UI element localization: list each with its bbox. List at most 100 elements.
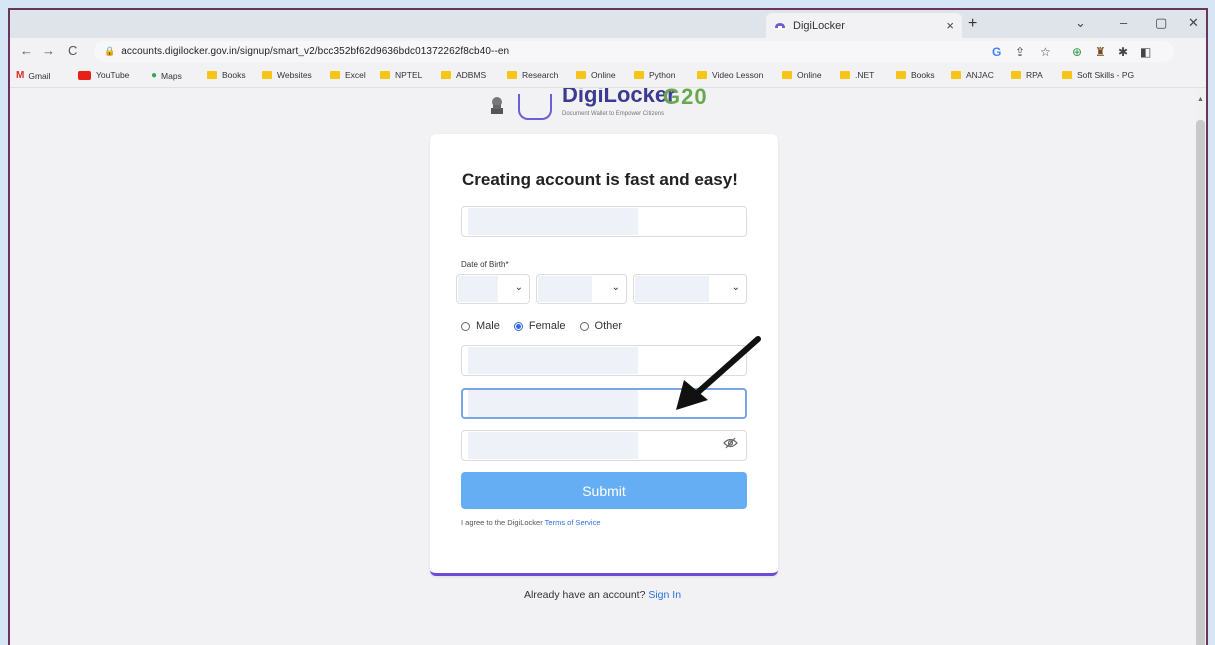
folder-icon	[782, 71, 792, 79]
tab-search-icon[interactable]: ⌄	[1075, 15, 1086, 31]
bookmark-video-lesson[interactable]: Video Lesson	[697, 70, 763, 80]
address-bar[interactable]: 🔒 accounts.digilocker.gov.in/signup/smar…	[94, 41, 1174, 62]
bookmark-soft-skills[interactable]: Soft Skills - PG	[1062, 70, 1134, 80]
star-icon[interactable]: ☆	[1040, 45, 1051, 59]
bookmark-excel[interactable]: Excel	[330, 70, 366, 80]
dob-month-fill	[538, 276, 592, 302]
tab-digilocker[interactable]: DigiLocker ×	[766, 13, 962, 38]
share-icon[interactable]: ⇪	[1015, 45, 1025, 59]
extensions-puzzle-icon[interactable]: ✱	[1118, 45, 1128, 59]
extension-2-icon[interactable]: ♜	[1095, 45, 1106, 59]
bookmark-gmail[interactable]: M Gmail	[16, 70, 51, 81]
folder-icon	[262, 71, 272, 79]
forward-button[interactable]: →	[42, 43, 55, 58]
gmail-icon: M	[16, 70, 25, 81]
folder-icon	[634, 71, 644, 79]
annotation-arrow-icon	[676, 336, 761, 410]
bookmark-websites[interactable]: Websites	[262, 70, 312, 80]
folder-icon	[330, 71, 340, 79]
side-panel-icon[interactable]: ◧	[1140, 45, 1151, 59]
name-field-fill	[468, 208, 638, 235]
digilocker-wordmark: DigiLocker	[562, 88, 676, 107]
mobile-field-fill	[468, 347, 638, 374]
dob-label: Date of Birth*	[461, 260, 509, 269]
sign-in-link[interactable]: Sign In	[648, 589, 681, 601]
tab-strip: DigiLocker × + ⌄ – ▢ ✕	[10, 10, 1206, 38]
folder-icon	[207, 71, 217, 79]
maps-icon: ●	[151, 70, 158, 81]
folder-icon	[951, 71, 961, 79]
bookmark-research[interactable]: Research	[507, 70, 558, 80]
folder-icon	[441, 71, 451, 79]
youtube-icon	[78, 70, 91, 80]
bookmark-nptel[interactable]: NPTEL	[380, 70, 422, 80]
bookmark-adbms[interactable]: ADBMS	[441, 70, 486, 80]
digilocker-logo-icon	[518, 94, 552, 120]
radio-button	[461, 321, 470, 331]
eye-slash-icon[interactable]	[723, 437, 738, 449]
google-icon[interactable]: G	[992, 45, 1001, 59]
folder-icon	[576, 71, 586, 79]
reload-button[interactable]: C	[68, 43, 77, 58]
gender-other-radio[interactable]: Other	[579, 320, 622, 332]
lock-icon: 🔒	[104, 46, 116, 56]
bookmark-python[interactable]: Python	[634, 70, 675, 80]
page-scrollbar[interactable]: ▲	[1195, 88, 1206, 645]
radio-button	[579, 321, 589, 331]
logo-header: DigiLocker Document Wallet to Empower Ci…	[488, 88, 748, 126]
signin-prompt: Already have an account? Sign In	[524, 589, 682, 601]
bookmark-maps[interactable]: ● Maps	[151, 70, 182, 81]
folder-icon	[1011, 71, 1021, 79]
browser-window: DigiLocker × + ⌄ – ▢ ✕ ← → C 🔒 accounts.…	[8, 8, 1208, 645]
bookmark-youtube[interactable]: YouTube	[78, 70, 129, 80]
dob-day-select[interactable]: ⌄	[456, 274, 530, 304]
bookmark-online-2[interactable]: Online	[782, 70, 822, 80]
folder-icon	[697, 71, 707, 79]
browser-toolbar: ← → C 🔒 accounts.digilocker.gov.in/signu…	[10, 38, 1206, 66]
bookmark-books[interactable]: Books	[207, 70, 246, 80]
terms-of-service-link[interactable]: Terms of Service	[545, 518, 601, 527]
scroll-up-icon[interactable]: ▲	[1197, 96, 1204, 103]
url-text: accounts.digilocker.gov.in/signup/smart_…	[121, 46, 510, 57]
radio-button-selected	[513, 321, 523, 331]
new-tab-button[interactable]: +	[968, 15, 977, 33]
bookmark-rpa[interactable]: RPA	[1011, 70, 1043, 80]
folder-icon	[380, 71, 390, 79]
pin-field[interactable]	[461, 430, 747, 461]
bookmark-books-2[interactable]: Books	[896, 70, 935, 80]
bookmark-anjac[interactable]: ANJAC	[951, 70, 994, 80]
minimize-button[interactable]: –	[1120, 15, 1127, 30]
bookmarks-bar: M Gmail YouTube ● Maps Books Websites Ex…	[10, 66, 1206, 88]
close-window-button[interactable]: ✕	[1188, 15, 1199, 31]
terms-agreement: I agree to the DigiLocker Terms of Servi…	[461, 518, 601, 527]
tab-close-icon[interactable]: ×	[946, 18, 954, 33]
national-emblem-icon	[491, 97, 503, 114]
bookmark-online[interactable]: Online	[576, 70, 616, 80]
digilocker-tagline: Document Wallet to Empower Citizens	[562, 111, 665, 117]
gender-female-radio[interactable]: Female	[513, 320, 566, 332]
dob-day-fill	[458, 276, 498, 302]
back-button[interactable]: ←	[20, 43, 33, 58]
dob-month-select[interactable]: ⌄	[536, 274, 627, 304]
dob-year-select[interactable]: ⌄	[633, 274, 747, 304]
scrollbar-thumb[interactable]	[1196, 120, 1205, 645]
submit-button[interactable]: Submit	[461, 472, 747, 509]
gender-male-radio[interactable]: Male	[461, 320, 500, 332]
folder-icon	[896, 71, 906, 79]
gender-radio-group: Male Female Other	[461, 320, 636, 332]
bookmark-dotnet[interactable]: .NET	[840, 70, 874, 80]
restore-button[interactable]: ▢	[1155, 15, 1167, 31]
page-content: DigiLocker Document Wallet to Empower Ci…	[10, 88, 1199, 645]
dob-year-fill	[635, 276, 709, 302]
folder-icon	[840, 71, 850, 79]
chevron-down-icon: ⌄	[514, 282, 523, 293]
digilocker-favicon-icon	[775, 23, 785, 30]
tab-title: DigiLocker	[793, 19, 845, 32]
form-title: Creating account is fast and easy!	[462, 170, 738, 189]
name-field[interactable]	[461, 206, 747, 237]
chevron-down-icon: ⌄	[611, 282, 620, 293]
chevron-down-icon: ⌄	[731, 282, 740, 293]
g20-logo: G20	[663, 88, 708, 109]
pin-field-fill	[468, 432, 638, 459]
extension-icon[interactable]: ⊕	[1072, 45, 1082, 59]
